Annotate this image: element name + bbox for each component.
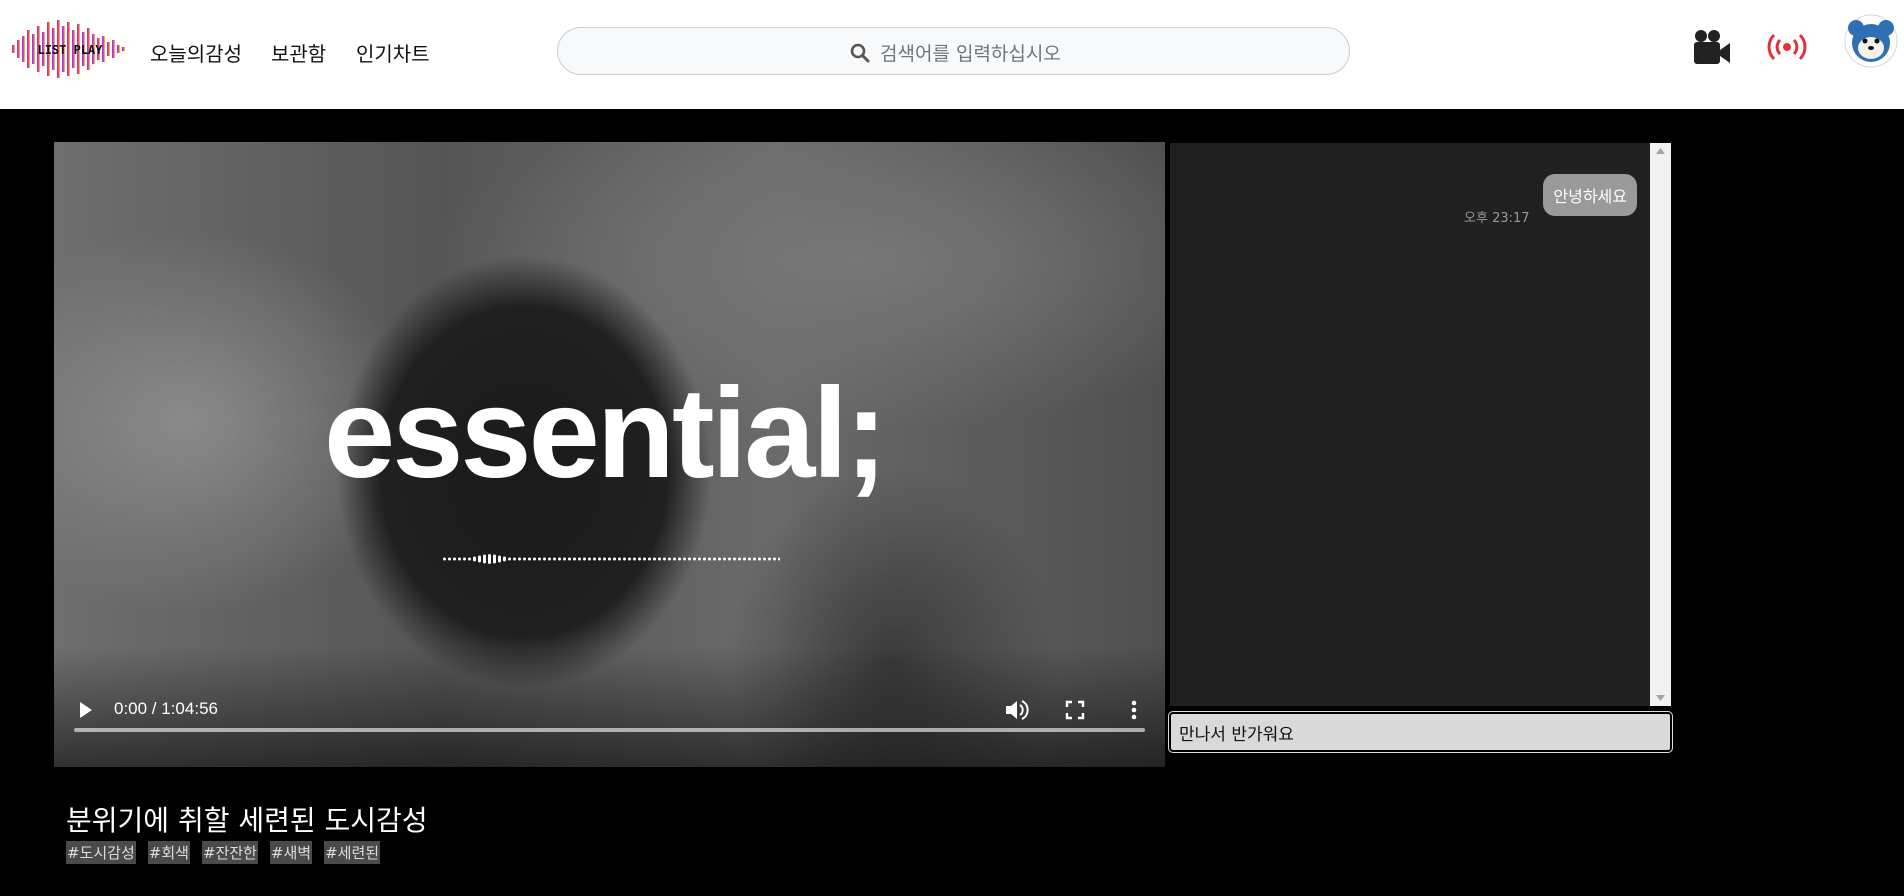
tag-list: #도시감성 #회색 #잔잔한 #새벽 #세련된 [66,841,381,864]
video-progress-bar[interactable] [74,728,1145,732]
list-play-logo[interactable]: LIST PLAY [10,18,130,80]
scroll-up-arrow-icon[interactable] [1656,148,1665,154]
main-area: essential; 0:00 / 1:04:56 안녕하세요 오후 23:17… [0,109,1904,896]
more-options-icon[interactable] [1120,696,1148,724]
video-player[interactable]: essential; 0:00 / 1:04:56 [54,142,1165,767]
logo-wordmark: LIST PLAY [37,43,103,57]
fullscreen-icon[interactable] [1061,696,1089,724]
video-camera-icon[interactable] [1692,28,1732,66]
volume-icon[interactable] [1002,696,1030,724]
video-time: 0:00 / 1:04:56 [114,699,218,718]
chat-message-time: 오후 23:17 [1464,207,1530,226]
nav-popular-chart[interactable]: 인기차트 [356,38,430,67]
playlist-title: 분위기에 취할 세련된 도시감성 [66,804,428,837]
tag-item[interactable]: #도시감성 [66,841,136,864]
video-overlay-title: essential; [324,362,887,505]
tag-item[interactable]: #회색 [147,841,190,864]
controls-overlay [54,647,1165,767]
nav-today-mood[interactable]: 오늘의감성 [150,38,242,67]
chat-message-meridiem: 오후 [1464,211,1488,226]
search-input[interactable]: 검색어를 입력하십시오 [880,39,1061,66]
chat-message-clock: 23:17 [1492,211,1530,226]
audio-waveform-graphic [443,554,780,564]
broadcast-icon[interactable] [1766,30,1808,64]
tag-item[interactable]: #새벽 [269,841,313,864]
search-bar[interactable]: 검색어를 입력하십시오 [557,27,1350,75]
chat-message-bubble: 안녕하세요 [1543,174,1637,216]
chat-panel: 안녕하세요 오후 23:17 [1170,143,1671,706]
tag-item[interactable]: #세련된 [324,841,381,864]
nav-library[interactable]: 보관함 [271,38,326,67]
top-header: LIST PLAY 오늘의감성 보관함 인기차트 검색어를 입력하십시오 [0,0,1904,109]
play-icon[interactable] [76,698,96,722]
scroll-down-arrow-icon[interactable] [1656,695,1665,701]
search-icon [850,43,870,62]
chat-input[interactable]: 만나서 반가워요 [1168,711,1673,753]
avatar[interactable] [1844,14,1898,68]
tag-item[interactable]: #잔잔한 [201,841,258,864]
chat-scrollbar[interactable] [1650,143,1671,706]
